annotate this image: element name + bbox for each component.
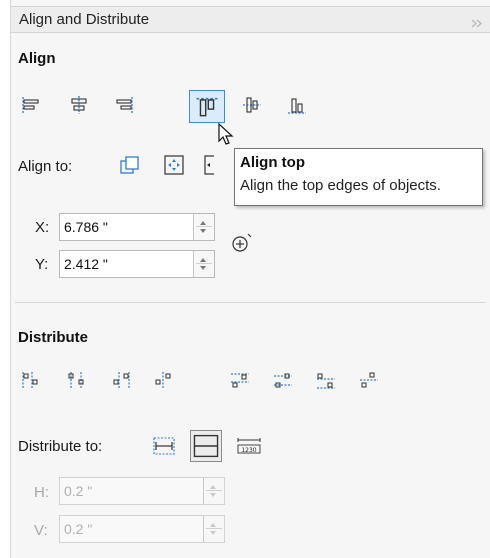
v-field[interactable]: 0.2 " [59, 515, 225, 543]
expand-arrow-icon[interactable] [471, 15, 483, 31]
align-center-vertical-icon[interactable] [239, 94, 265, 116]
align-to-page-icon[interactable] [161, 154, 187, 176]
h-field[interactable]: 0.2 " [59, 477, 225, 505]
distribute-center-horizontal-icon[interactable] [63, 369, 89, 391]
x-value: 6.786 " [64, 219, 108, 235]
y-field[interactable]: 2.412 " [59, 250, 215, 278]
tooltip-align-top: Align top Align the top edges of objects… [234, 148, 483, 206]
v-label: V: [34, 522, 48, 539]
distribute-to-selection-icon[interactable] [151, 435, 177, 457]
align-center-horizontal-icon[interactable] [66, 94, 92, 116]
align-section-title: Align [18, 50, 56, 67]
align-to-label: Align to: [18, 158, 73, 175]
align-bottom-icon[interactable] [284, 94, 310, 116]
x-field[interactable]: 6.786 " [59, 213, 215, 241]
align-distribute-panel: Align and Distribute Align Align to: Ali… [10, 0, 490, 558]
align-to-partial-icon[interactable] [204, 154, 214, 176]
x-label: X: [35, 219, 50, 236]
distribute-spacing-vertical-icon[interactable] [356, 369, 382, 391]
distribute-left-icon[interactable] [18, 369, 44, 391]
tooltip-title: Align top [240, 154, 305, 171]
distribute-top-icon[interactable] [227, 369, 253, 391]
align-right-icon[interactable] [111, 94, 137, 116]
h-label: H: [34, 484, 49, 501]
x-spinner[interactable] [193, 214, 214, 240]
panel-header: Align and Distribute [11, 6, 490, 33]
align-to-selection-icon[interactable] [117, 154, 143, 176]
distribute-right-icon[interactable] [108, 369, 134, 391]
h-spinner[interactable] [203, 478, 224, 504]
distribute-section-title: Distribute [18, 329, 89, 346]
tooltip-description: Align the top edges of objects. [240, 177, 441, 194]
svg-text:1230: 1230 [241, 447, 256, 454]
h-value: 0.2 " [64, 483, 93, 499]
align-left-icon[interactable] [18, 94, 44, 116]
distribute-spacing-horizontal-icon[interactable] [151, 369, 177, 391]
section-divider [15, 302, 486, 303]
distribute-bottom-icon[interactable] [313, 369, 339, 391]
y-spinner[interactable] [193, 251, 214, 277]
distribute-spacing-value-icon[interactable]: 1230 [236, 435, 262, 457]
align-top-icon[interactable] [189, 90, 225, 123]
v-spinner[interactable] [203, 516, 224, 542]
reference-point-icon[interactable] [230, 232, 254, 254]
y-value: 2.412 " [64, 256, 108, 272]
distribute-to-label: Distribute to: [18, 438, 103, 455]
v-value: 0.2 " [64, 521, 93, 537]
panel-title: Align and Distribute [19, 11, 150, 28]
mouse-pointer-icon [217, 122, 239, 147]
y-label: Y: [35, 256, 49, 273]
distribute-center-vertical-icon[interactable] [270, 369, 296, 391]
distribute-to-page-icon[interactable] [190, 430, 222, 462]
